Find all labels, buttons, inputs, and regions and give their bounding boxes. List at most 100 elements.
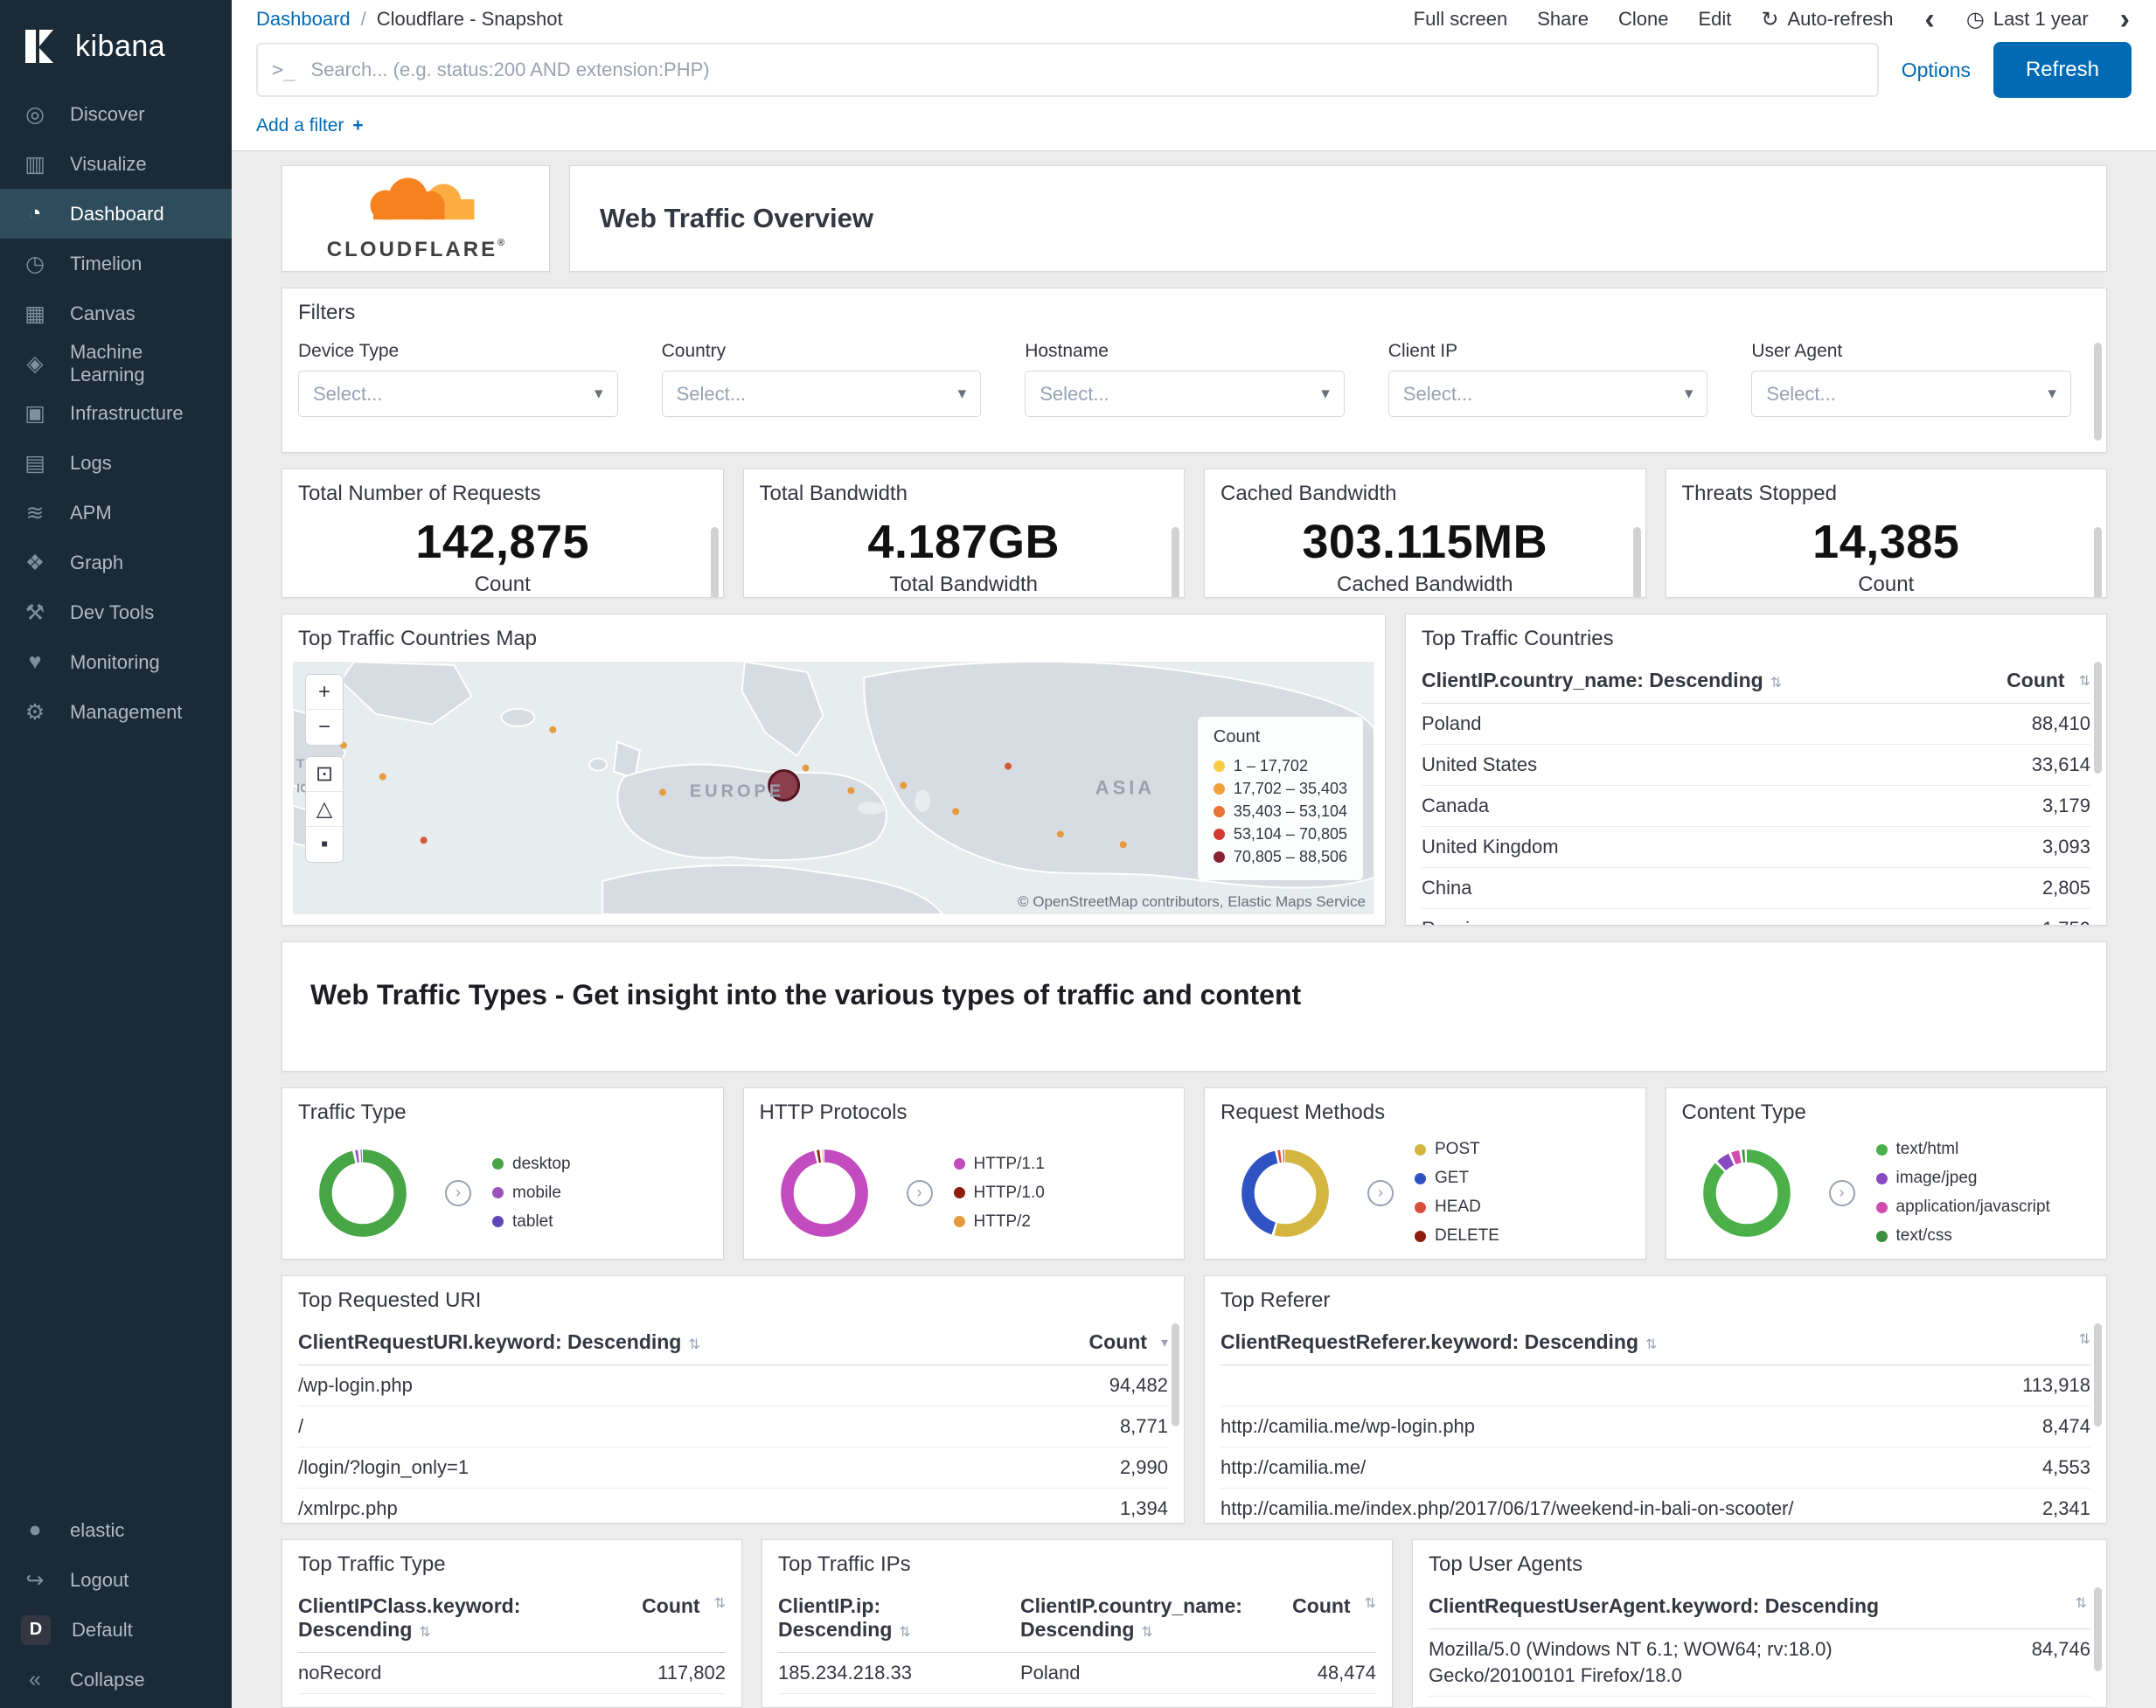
donut-legend-item[interactable]: tablet	[492, 1211, 571, 1233]
column-header-count[interactable]: Count ⇅	[1262, 1594, 1376, 1618]
map-legend-item: 17,702 – 35,403	[1213, 777, 1347, 800]
refresh-button[interactable]: Refresh	[1993, 42, 2132, 98]
sidebar-item-logs[interactable]: ▤ Logs	[0, 438, 232, 488]
time-range-button[interactable]: ◷ Last 1 year	[1966, 7, 2089, 32]
sidebar-item-machine-learning[interactable]: ◈ Machine Learning	[0, 338, 232, 388]
auto-refresh-button[interactable]: ↻ Auto-refresh	[1761, 7, 1893, 32]
donut-legend-item[interactable]: mobile	[492, 1182, 571, 1205]
expand-legend-icon[interactable]: ›	[1367, 1179, 1394, 1206]
sidebar-item-timelion[interactable]: ◷ Timelion	[0, 239, 232, 288]
sidebar-item-management[interactable]: ⚙ Management	[0, 687, 232, 737]
scrollbar-thumb[interactable]	[2094, 527, 2102, 597]
client-ip-select[interactable]: Select... ▾	[1387, 371, 1708, 417]
scrollbar-thumb[interactable]	[2094, 343, 2102, 441]
donut-legend-item[interactable]: application/javascript	[1875, 1196, 2050, 1219]
legend-color-dot	[1875, 1172, 1888, 1184]
column-header-country[interactable]: ClientIP.country_name: Descending ⇅	[1020, 1594, 1262, 1642]
column-header-count[interactable]: Count ⇅	[1942, 669, 2090, 692]
legend-label: DELETE	[1435, 1226, 1499, 1245]
zoom-in-button[interactable]: +	[306, 675, 343, 710]
polygon-tool-button[interactable]: △	[306, 792, 343, 827]
zoom-out-button[interactable]: −	[306, 710, 343, 745]
column-header-user-agent[interactable]: ClientRequestUserAgent.keyword: Descendi…	[1429, 1594, 2090, 1618]
scrollbar-thumb[interactable]	[2094, 1323, 2102, 1427]
donut-legend-item[interactable]: text/css	[1875, 1225, 2050, 1247]
map-legend-title: Count	[1213, 727, 1261, 746]
sidebar-item-default-space[interactable]: D Default	[0, 1605, 232, 1655]
donut-legend-item[interactable]: image/jpeg	[1875, 1167, 2050, 1190]
column-header-country[interactable]: ClientIP.country_name: Descending ⇅	[1422, 669, 1942, 692]
donut-legend-item[interactable]: POST	[1415, 1138, 1499, 1161]
sidebar-item-label: Logs	[70, 451, 112, 474]
sidebar-item-infrastructure[interactable]: ▣ Infrastructure	[0, 388, 232, 438]
sidebar-item-dev-tools[interactable]: ⚒ Dev Tools	[0, 587, 232, 637]
expand-legend-icon[interactable]: ›	[1828, 1179, 1855, 1206]
map-canvas[interactable]: EUROPE ASIA TH IC + −	[293, 662, 1374, 914]
donut-legend-item[interactable]: GET	[1415, 1167, 1499, 1190]
sidebar-item-dashboard[interactable]: ◔ Dashboard	[0, 189, 232, 239]
scrollbar-thumb[interactable]	[1172, 527, 1179, 597]
sidebar-item-visualize[interactable]: ▥ Visualize	[0, 139, 232, 189]
clone-button[interactable]: Clone	[1618, 8, 1668, 31]
expand-legend-icon[interactable]: ›	[906, 1179, 933, 1206]
kibana-logo[interactable]: kibana	[0, 0, 232, 89]
hostname-select[interactable]: Select... ▾	[1025, 371, 1345, 417]
full-screen-button[interactable]: Full screen	[1414, 8, 1508, 31]
column-header-uri[interactable]: ClientRequestURI.keyword: Descending ⇅	[298, 1330, 1037, 1354]
donut-legend-item[interactable]: HTTP/1.1	[953, 1153, 1045, 1176]
user-icon: ●	[28, 1517, 42, 1542]
legend-color-dot	[1875, 1143, 1888, 1156]
share-button[interactable]: Share	[1537, 8, 1589, 31]
add-filter-link[interactable]: Add a filter +	[256, 115, 364, 136]
user-agent-select[interactable]: Select... ▾	[1751, 371, 2071, 417]
sidebar-item-canvas[interactable]: ▦ Canvas	[0, 288, 232, 338]
content-type-donut[interactable]	[1698, 1144, 1796, 1242]
rectangle-tool-button[interactable]: ▪	[306, 827, 343, 862]
table-row: Canada 3,179	[1422, 786, 2090, 827]
edit-button[interactable]: Edit	[1698, 8, 1731, 31]
country-select[interactable]: Select... ▾	[661, 371, 982, 417]
sidebar-item-apm[interactable]: ≋ APM	[0, 488, 232, 538]
legend-range-label: 17,702 – 35,403	[1233, 780, 1347, 797]
column-header-class[interactable]: ClientIPClass.keyword: Descending ⇅	[298, 1594, 612, 1642]
donut-legend-item[interactable]: HTTP/1.0	[953, 1182, 1045, 1205]
sort-caret-icon: ⇅	[688, 1337, 700, 1352]
map-attribution[interactable]: © OpenStreetMap contributors, Elastic Ma…	[1018, 893, 1366, 911]
donut-legend-item[interactable]: HTTP/2	[953, 1211, 1045, 1233]
sidebar-item-logout[interactable]: ↪ Logout	[0, 1555, 232, 1605]
column-header-count[interactable]: Count ⇅	[612, 1594, 726, 1618]
legend-label: GET	[1435, 1169, 1470, 1187]
crop-tool-button[interactable]: ⊡	[306, 757, 343, 792]
sidebar-item-discover[interactable]: ◎ Discover	[0, 89, 232, 139]
sidebar-item-elastic[interactable]: ● elastic	[0, 1505, 232, 1555]
donut-legend-item[interactable]: desktop	[492, 1153, 571, 1176]
column-header-referer[interactable]: ClientRequestReferer.keyword: Descending…	[1221, 1330, 1942, 1354]
clock-icon: ◷	[1965, 7, 1985, 31]
column-header-count[interactable]: Count ▾	[1037, 1330, 1168, 1354]
traffic-types-header-panel: Web Traffic Types - Get insight into the…	[282, 941, 2107, 1072]
scrollbar-thumb[interactable]	[2094, 1587, 2102, 1671]
sidebar-item-graph[interactable]: ❖ Graph	[0, 538, 232, 587]
scrollbar-thumb[interactable]	[2094, 662, 2102, 774]
sidebar-item-monitoring[interactable]: ♥ Monitoring	[0, 637, 232, 687]
donut-legend-item[interactable]: text/html	[1875, 1138, 2050, 1161]
traffic-type-donut[interactable]	[314, 1144, 412, 1242]
graph-icon: ❖	[24, 550, 45, 575]
donut-legend-item[interactable]: HEAD	[1415, 1196, 1499, 1219]
http-protocols-donut[interactable]	[775, 1144, 873, 1242]
time-prev-button[interactable]: ‹	[1923, 4, 1937, 34]
scrollbar-thumb[interactable]	[1632, 527, 1641, 597]
search-input[interactable]	[310, 59, 1877, 81]
expand-legend-icon[interactable]: ›	[445, 1179, 471, 1206]
sidebar-item-collapse[interactable]: « Collapse	[0, 1655, 232, 1705]
breadcrumb-dashboard-link[interactable]: Dashboard	[256, 8, 351, 31]
device-type-select[interactable]: Select... ▾	[298, 371, 618, 417]
scrollbar-thumb[interactable]	[710, 527, 719, 597]
donut-legend-item[interactable]: DELETE	[1415, 1225, 1499, 1247]
scrollbar-thumb[interactable]	[1172, 1323, 1179, 1427]
options-link[interactable]: Options	[1902, 59, 1971, 82]
column-header-count[interactable]: ⇅	[1942, 1330, 2090, 1348]
column-header-ip[interactable]: ClientIP.ip: Descending ⇅	[778, 1594, 1020, 1642]
request-methods-donut[interactable]	[1236, 1144, 1334, 1242]
time-next-button[interactable]: ›	[2118, 4, 2132, 34]
